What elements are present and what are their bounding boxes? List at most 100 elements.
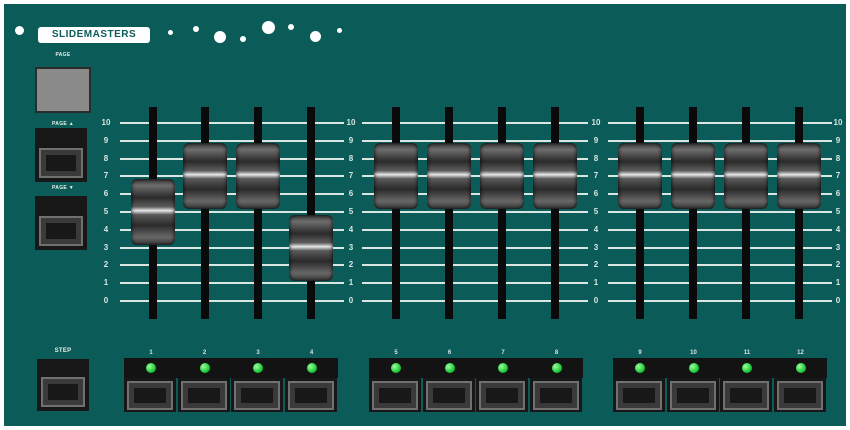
channel-led: [498, 363, 508, 373]
fader-track: [254, 107, 262, 319]
scale-label: 8: [593, 153, 599, 163]
scale-label: 6: [103, 189, 109, 199]
channel-button-4[interactable]: [284, 378, 337, 412]
decor-dot: [288, 24, 294, 30]
scale-label: 8: [835, 153, 841, 163]
scale-label: 8: [348, 153, 354, 163]
channel-number: 8: [554, 350, 559, 356]
channel-button-5[interactable]: [369, 378, 421, 412]
fader-cap-5[interactable]: [374, 143, 418, 210]
channel-button-face[interactable]: [616, 381, 662, 410]
scale-label: 0: [348, 296, 354, 305]
fader-track: [689, 107, 697, 319]
page-down-button[interactable]: [35, 196, 87, 250]
scale-label: 3: [593, 242, 599, 252]
channel-button-face[interactable]: [669, 381, 716, 410]
channel-button-6[interactable]: [422, 378, 475, 412]
channel-button-12[interactable]: [773, 378, 826, 412]
scale-label: 4: [348, 224, 354, 234]
decor-dot: [240, 36, 246, 42]
channel-button-9[interactable]: [613, 378, 665, 412]
fader-track: [498, 107, 506, 319]
fader-track: [201, 107, 209, 319]
channel-button-face[interactable]: [425, 381, 472, 410]
channel-button-7[interactable]: [476, 378, 528, 412]
scale-label: 2: [593, 260, 599, 270]
scale-label: 7: [835, 171, 841, 181]
channel-button-face[interactable]: [180, 381, 227, 410]
channel-led: [688, 363, 699, 373]
scale-label: 0: [835, 296, 841, 305]
scale-label: 10: [101, 118, 111, 127]
channel-button-8[interactable]: [529, 378, 582, 412]
scale-label: 10: [346, 118, 356, 127]
channel-button-face[interactable]: [287, 381, 334, 410]
channel-number: 10: [690, 350, 697, 356]
scale-label: 10: [833, 118, 843, 127]
channel-led: [551, 363, 562, 373]
scale-label: 2: [348, 260, 354, 270]
fader-cap-12[interactable]: [777, 143, 821, 210]
decor-dot: [214, 31, 226, 43]
decor-dot: [337, 28, 342, 33]
channel-number: 6: [447, 350, 452, 356]
scale-label: 4: [593, 224, 599, 234]
channel-number: 12: [797, 350, 804, 356]
decor-dot: [15, 26, 24, 35]
fader-cap-1[interactable]: [131, 179, 175, 245]
channel-button-face[interactable]: [127, 381, 173, 410]
channel-button-face[interactable]: [372, 381, 418, 410]
scale-label: 9: [103, 135, 109, 145]
page-up-button[interactable]: [35, 128, 87, 182]
fader-cap-11[interactable]: [724, 143, 768, 210]
channel-button-face[interactable]: [532, 381, 579, 410]
page-down-label: PAGE ▼: [52, 185, 74, 191]
scale-label: 1: [103, 278, 109, 288]
channel-button-11[interactable]: [720, 378, 772, 412]
channel-button-face[interactable]: [776, 381, 823, 410]
page-display: [35, 67, 91, 113]
scale-label: 5: [348, 207, 354, 216]
channel-led: [742, 363, 752, 373]
page-up-button-face[interactable]: [39, 148, 83, 178]
channel-number: 9: [638, 350, 642, 356]
channel-button-10[interactable]: [666, 378, 719, 412]
scale-label: 1: [593, 278, 599, 288]
step-button[interactable]: [37, 359, 89, 411]
decor-dot: [262, 21, 275, 34]
fader-track: [445, 107, 453, 319]
fader-track: [636, 107, 644, 319]
scale-label: 9: [593, 135, 599, 145]
fader-cap-4[interactable]: [289, 214, 333, 281]
channel-led: [391, 363, 401, 373]
channel-button-strip: [124, 358, 338, 378]
scale-label: 1: [835, 278, 841, 288]
channel-led: [146, 363, 156, 373]
slidemasters-panel: SLIDEMASTERS PAGE PAGE ▲ PAGE ▼ 10 10 10 10…: [4, 4, 846, 426]
fader-cap-7[interactable]: [480, 143, 524, 210]
fader-cap-3[interactable]: [236, 143, 280, 210]
channel-button-face[interactable]: [479, 381, 525, 410]
channel-button-3[interactable]: [231, 378, 283, 412]
channel-led: [306, 363, 317, 373]
fader-cap-6[interactable]: [427, 143, 471, 210]
scale-label: 6: [348, 189, 354, 199]
slidemasters-logo: SLIDEMASTERS: [38, 27, 150, 43]
channel-number: 3: [256, 350, 260, 356]
channel-button-strip: [613, 358, 827, 378]
channel-button-2[interactable]: [177, 378, 230, 412]
channel-number: 4: [309, 350, 314, 356]
scale-label: 7: [103, 171, 109, 181]
channel-button-1[interactable]: [124, 378, 176, 412]
step-button-face[interactable]: [41, 377, 85, 407]
channel-button-face[interactable]: [234, 381, 280, 410]
fader-cap-9[interactable]: [618, 143, 662, 210]
fader-cap-2[interactable]: [183, 143, 227, 210]
scale-label: 2: [835, 260, 841, 270]
fader-cap-8[interactable]: [533, 143, 577, 210]
channel-led: [444, 363, 455, 373]
scale-label: 7: [593, 171, 599, 181]
fader-cap-10[interactable]: [671, 143, 715, 210]
page-down-button-face[interactable]: [39, 216, 83, 246]
channel-button-face[interactable]: [723, 381, 769, 410]
